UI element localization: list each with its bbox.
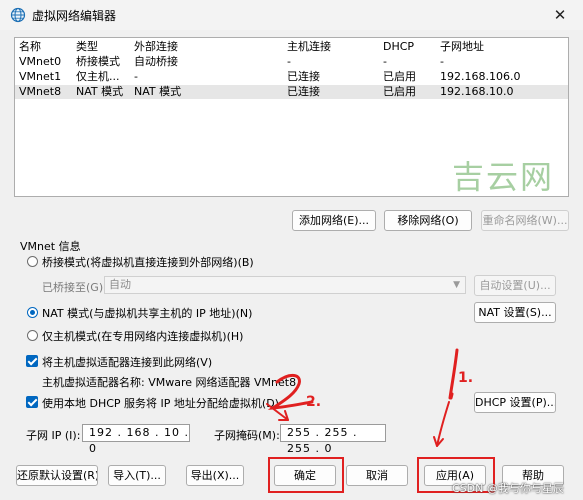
- annotation-mark-2: 2.: [306, 394, 322, 410]
- credit-watermark: CSDN @我与你与星辰: [452, 482, 564, 495]
- annotation-mark-1: 1.: [458, 370, 474, 386]
- annotation-strokes: [266, 348, 459, 447]
